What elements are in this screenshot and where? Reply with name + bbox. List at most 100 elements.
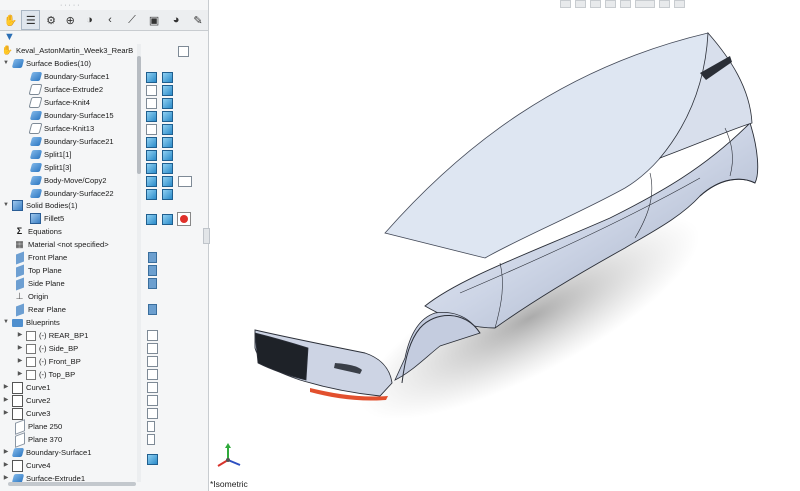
configuration-manager-tab-icon[interactable]: ⚙	[42, 11, 59, 29]
expand-right-icon[interactable]: ▶	[2, 407, 10, 420]
car-body-model[interactable]	[230, 28, 790, 418]
display-manager-tab-icon[interactable]: ◑	[81, 11, 98, 29]
horizontal-scrollbar[interactable]	[8, 482, 136, 486]
body-visible-icon[interactable]	[146, 189, 157, 200]
plane-visibility-icon[interactable]	[147, 421, 155, 432]
body-visible-icon[interactable]	[147, 454, 158, 465]
tree-scrollbar-thumb[interactable]	[137, 56, 141, 174]
plane-visibility-icon[interactable]	[147, 434, 155, 445]
tree-item[interactable]: Surface-Extrude2	[28, 83, 103, 96]
body-hidden-icon[interactable]	[146, 85, 157, 96]
tree-item[interactable]: ▶ (-) REAR_BP1	[16, 329, 88, 342]
tree-item-side-plane[interactable]: Side Plane	[14, 277, 65, 290]
tree-item[interactable]: Boundary-Surface21	[29, 135, 114, 148]
appearance-icon[interactable]: ◕	[166, 11, 186, 29]
tree-item[interactable]: Boundary-Surface15	[29, 109, 114, 122]
plane-visibility-icon[interactable]	[148, 265, 157, 276]
sketch-visibility-icon[interactable]	[147, 343, 158, 354]
body-display-icon[interactable]	[162, 137, 173, 148]
body-display-icon[interactable]	[162, 150, 173, 161]
sketch-visibility-icon[interactable]	[147, 330, 158, 341]
tree-item[interactable]: Fillet5	[30, 212, 64, 225]
panel-grip[interactable]: · · · · ·	[60, 2, 79, 9]
display-toggle-icon[interactable]	[178, 46, 189, 57]
box-tool-icon[interactable]: ▣	[144, 11, 164, 29]
tree-item[interactable]: Surface-Knit4	[28, 96, 90, 109]
expand-right-icon[interactable]: ▶	[16, 342, 24, 355]
tree-item-rear-plane[interactable]: Rear Plane	[14, 303, 66, 316]
tree-item-origin[interactable]: ⊥ Origin	[14, 290, 49, 303]
body-display-icon[interactable]	[162, 72, 173, 83]
body-visible-icon[interactable]	[146, 137, 157, 148]
material-item[interactable]: ▦ Material <not specified>	[14, 238, 108, 251]
view-tool-icon[interactable]	[575, 0, 586, 8]
curve-visibility-icon[interactable]	[147, 395, 158, 406]
appearance-swatch[interactable]	[177, 212, 191, 226]
tree-item[interactable]: ▶ Curve4	[2, 459, 50, 472]
body-visible-icon[interactable]	[146, 214, 157, 225]
feature-manager-tab-icon[interactable]: ✋	[2, 11, 19, 29]
tree-item[interactable]: ▶ (-) Front_BP	[16, 355, 81, 368]
tree-item[interactable]: Plane 370	[14, 431, 62, 448]
tree-item-front-plane[interactable]: Front Plane	[14, 251, 67, 264]
tree-item-top-plane[interactable]: Top Plane	[14, 264, 62, 277]
tree-item[interactable]: ▶ (-) Side_BP	[16, 342, 78, 355]
tree-item[interactable]: Plane 250	[14, 418, 62, 435]
surface-bodies-folder[interactable]: ▼ Surface Bodies(10)	[2, 57, 91, 70]
body-visible-icon[interactable]	[146, 111, 157, 122]
property-manager-tab-icon[interactable]: ☰	[21, 10, 41, 30]
plane-visibility-icon[interactable]	[148, 252, 157, 263]
expand-right-icon[interactable]: ▶	[16, 329, 24, 342]
tree-item[interactable]: ▶ Curve3	[2, 407, 50, 420]
expand-right-icon[interactable]: ▶	[2, 459, 10, 472]
tree-item[interactable]: Split1[3]	[29, 161, 71, 174]
view-tool-icon[interactable]	[674, 0, 685, 8]
body-visible-icon[interactable]	[146, 150, 157, 161]
sketch-visibility-icon[interactable]	[147, 356, 158, 367]
body-display-icon[interactable]	[162, 189, 173, 200]
solid-bodies-folder[interactable]: ▼ Solid Bodies(1)	[2, 199, 78, 212]
body-display-icon[interactable]	[162, 98, 173, 109]
blueprints-folder[interactable]: ▼ Blueprints	[2, 316, 60, 329]
tree-item[interactable]: Surface-Knit13	[28, 122, 94, 135]
body-visible-icon[interactable]	[146, 176, 157, 187]
expand-down-icon[interactable]: ▼	[2, 57, 10, 70]
view-tool-icon[interactable]	[659, 0, 670, 8]
body-display-icon[interactable]	[162, 124, 173, 135]
expand-down-icon[interactable]: ▼	[2, 316, 10, 329]
collapse-left-icon[interactable]: ‹	[100, 11, 120, 29]
view-tool-icon[interactable]	[590, 0, 601, 8]
scene-icon[interactable]: ✎	[188, 11, 208, 29]
expand-right-icon[interactable]: ▶	[2, 381, 10, 394]
body-visible-icon[interactable]	[146, 163, 157, 174]
transparency-icon[interactable]	[178, 176, 192, 187]
expand-right-icon[interactable]: ▶	[2, 394, 10, 407]
view-tool-icon[interactable]	[560, 0, 571, 8]
body-display-icon[interactable]	[162, 176, 173, 187]
body-visible-icon[interactable]	[146, 72, 157, 83]
line-tool-icon[interactable]: ⟋	[122, 11, 142, 29]
view-tool-icon[interactable]	[605, 0, 616, 8]
expand-down-icon[interactable]: ▼	[2, 199, 10, 212]
plane-visibility-icon[interactable]	[148, 304, 157, 315]
body-hidden-icon[interactable]	[146, 124, 157, 135]
plane-visibility-icon[interactable]	[148, 278, 157, 289]
dimxpert-tab-icon[interactable]: ⊕	[62, 11, 79, 29]
body-display-icon[interactable]	[162, 214, 173, 225]
equations-item[interactable]: Σ Equations	[14, 225, 62, 238]
tree-item[interactable]: ▶ Curve1	[2, 381, 50, 394]
tree-root-part[interactable]: ✋ Keval_AstonMartin_Week3_RearB	[2, 44, 133, 57]
body-hidden-icon[interactable]	[146, 98, 157, 109]
curve-visibility-icon[interactable]	[147, 408, 158, 419]
tree-item[interactable]: ▶ Boundary-Surface1	[2, 446, 91, 459]
filter-icon[interactable]: ▼	[4, 31, 15, 43]
view-tool-icon[interactable]	[620, 0, 631, 8]
body-display-icon[interactable]	[162, 111, 173, 122]
expand-right-icon[interactable]: ▶	[16, 355, 24, 368]
body-display-icon[interactable]	[162, 163, 173, 174]
expand-right-icon[interactable]: ▶	[2, 446, 10, 459]
curve-visibility-icon[interactable]	[147, 382, 158, 393]
tree-item[interactable]: Split1[1]	[29, 148, 71, 161]
panel-collapse-handle[interactable]	[203, 228, 210, 244]
tree-item[interactable]: ▶ Curve2	[2, 394, 50, 407]
